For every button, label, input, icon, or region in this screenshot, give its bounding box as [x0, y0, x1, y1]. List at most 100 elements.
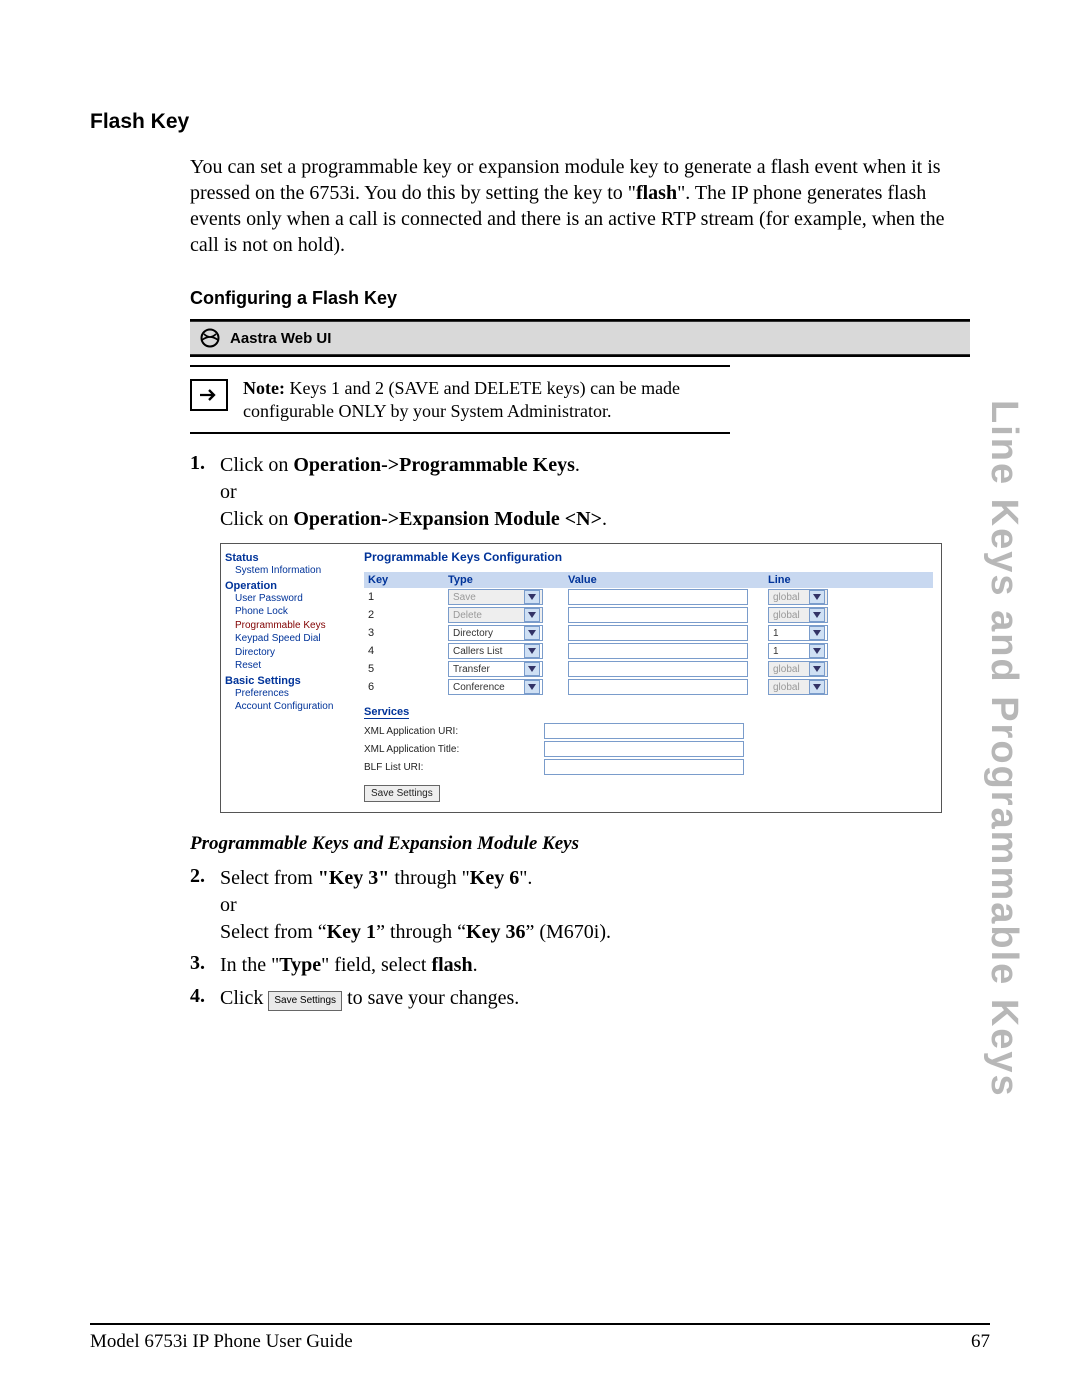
- row-key: 4: [368, 645, 448, 657]
- value-input-5[interactable]: [568, 661, 748, 677]
- webui-heading-label: Aastra Web UI: [230, 330, 331, 347]
- step-1-bold-1: Operation->Programmable Keys: [293, 454, 575, 476]
- step-3-mid: " field, select: [321, 954, 431, 976]
- nav-account-configuration[interactable]: Account Configuration: [235, 700, 352, 714]
- step-1: 1. Click on Operation->Programmable Keys…: [190, 452, 970, 533]
- step-4-a2: to save your changes.: [347, 987, 519, 1009]
- type-select-6[interactable]: Conference: [448, 679, 543, 695]
- step-2-bold-3: Key 1: [327, 921, 376, 943]
- intro-bold-flash: flash: [636, 182, 677, 204]
- services-heading: Services: [364, 706, 409, 719]
- chevron-down-icon: [809, 644, 825, 658]
- step-2-bold-4: Key 36: [466, 921, 525, 943]
- webui-main: Programmable Keys Configuration Key Type…: [356, 544, 941, 812]
- service-input-xml-title[interactable]: [544, 741, 744, 757]
- nav-programmable-keys[interactable]: Programmable Keys: [235, 619, 352, 633]
- webui-row-2: 2Deleteglobal: [364, 606, 933, 624]
- side-tab-label: Line Keys and Programmable Keys: [982, 400, 1025, 1098]
- nav-head-basic-settings[interactable]: Basic Settings: [225, 675, 352, 687]
- step-1-text-a2: .: [575, 454, 580, 476]
- nav-preferences[interactable]: Preferences: [235, 687, 352, 701]
- line-select-1: global: [768, 589, 828, 605]
- line-select-3[interactable]: 1: [768, 625, 828, 641]
- step-2-bold-2: Key 6: [470, 867, 519, 889]
- nav-phone-lock[interactable]: Phone Lock: [235, 605, 352, 619]
- chevron-down-icon: [809, 680, 825, 694]
- step-2-bmid: ” through “: [376, 921, 466, 943]
- value-input-6[interactable]: [568, 679, 748, 695]
- type-select-4[interactable]: Callers List: [448, 643, 543, 659]
- webui-title: Programmable Keys Configuration: [364, 550, 933, 564]
- step-3-a: In the ": [220, 954, 279, 976]
- intro-paragraph: You can set a programmable key or expans…: [190, 154, 960, 258]
- col-head-value: Value: [568, 574, 768, 586]
- line-select-4[interactable]: 1: [768, 643, 828, 659]
- nav-system-information[interactable]: System Information: [235, 564, 352, 578]
- step-2-or: or: [220, 894, 237, 916]
- footer-rule: [90, 1323, 990, 1325]
- value-input-2[interactable]: [568, 607, 748, 623]
- type-select-1: Save: [448, 589, 543, 605]
- step-3-bold-1: Type: [279, 954, 321, 976]
- service-row-blf-uri: BLF List URI:: [364, 759, 933, 775]
- step-2: 2. Select from "Key 3" through "Key 6". …: [190, 865, 970, 946]
- save-settings-button[interactable]: Save Settings: [364, 785, 440, 802]
- italic-subheading: Programmable Keys and Expansion Module K…: [190, 833, 990, 855]
- step-4-a: Click: [220, 987, 268, 1009]
- webui-row-4: 4Callers List 1: [364, 642, 933, 660]
- nav-user-password[interactable]: User Password: [235, 592, 352, 606]
- col-head-type: Type: [448, 574, 568, 586]
- step-3-bold-2: flash: [431, 954, 472, 976]
- row-key: 6: [368, 681, 448, 693]
- inline-save-settings-button[interactable]: Save Settings: [268, 991, 342, 1011]
- webui-row-6: 6Conferenceglobal: [364, 678, 933, 696]
- section-heading: Flash Key: [90, 110, 990, 134]
- step-2-a2: ".: [519, 867, 532, 889]
- note-label: Note:: [243, 378, 285, 398]
- type-select-5[interactable]: Transfer: [448, 661, 543, 677]
- note-arrow-icon: [190, 379, 228, 411]
- webui-heading-bar: Aastra Web UI: [190, 319, 970, 357]
- nav-keypad-speed-dial[interactable]: Keypad Speed Dial: [235, 632, 352, 646]
- service-label-xml-uri: XML Application URI:: [364, 726, 544, 737]
- value-input-3[interactable]: [568, 625, 748, 641]
- footer-left: Model 6753i IP Phone User Guide: [90, 1331, 353, 1353]
- step-1-text-b2: .: [602, 508, 607, 530]
- webui-row-5: 5Transfer global: [364, 660, 933, 678]
- chevron-down-icon: [524, 680, 540, 694]
- line-select-2: global: [768, 607, 828, 623]
- footer-right: 67: [971, 1331, 990, 1353]
- step-1-text-b: Click on: [220, 508, 293, 530]
- step-3: 3. In the "Type" field, select flash.: [190, 952, 970, 979]
- line-select-5: global: [768, 661, 828, 677]
- service-input-xml-uri[interactable]: [544, 723, 744, 739]
- value-input-1[interactable]: [568, 589, 748, 605]
- nav-reset[interactable]: Reset: [235, 659, 352, 673]
- value-input-4[interactable]: [568, 643, 748, 659]
- note-bottom-rule: [190, 432, 730, 434]
- row-key: 3: [368, 627, 448, 639]
- step-1-or: or: [220, 481, 237, 503]
- col-head-line: Line: [768, 574, 848, 586]
- embedded-webui: Status System Information Operation User…: [220, 543, 942, 813]
- row-key: 5: [368, 663, 448, 675]
- service-label-xml-title: XML Application Title:: [364, 744, 544, 755]
- service-input-blf-uri[interactable]: [544, 759, 744, 775]
- step-2-num: 2.: [190, 865, 220, 946]
- nav-directory[interactable]: Directory: [235, 646, 352, 660]
- type-select-3[interactable]: Directory: [448, 625, 543, 641]
- step-2-b: Select from “: [220, 921, 327, 943]
- webui-row-3: 3Directory 1: [364, 624, 933, 642]
- nav-head-operation[interactable]: Operation: [225, 580, 352, 592]
- note-block: Note: Keys 1 and 2 (SAVE and DELETE keys…: [190, 365, 730, 422]
- webui-header-row: Key Type Value Line: [364, 572, 933, 588]
- note-text: Note: Keys 1 and 2 (SAVE and DELETE keys…: [243, 377, 730, 422]
- page: Line Keys and Programmable Keys Flash Ke…: [0, 0, 1080, 1397]
- service-label-blf-uri: BLF List URI:: [364, 762, 544, 773]
- row-key: 1: [368, 591, 448, 603]
- chevron-down-icon: [809, 608, 825, 622]
- chevron-down-icon: [809, 626, 825, 640]
- chevron-down-icon: [809, 590, 825, 604]
- nav-head-status[interactable]: Status: [225, 552, 352, 564]
- chevron-down-icon: [524, 662, 540, 676]
